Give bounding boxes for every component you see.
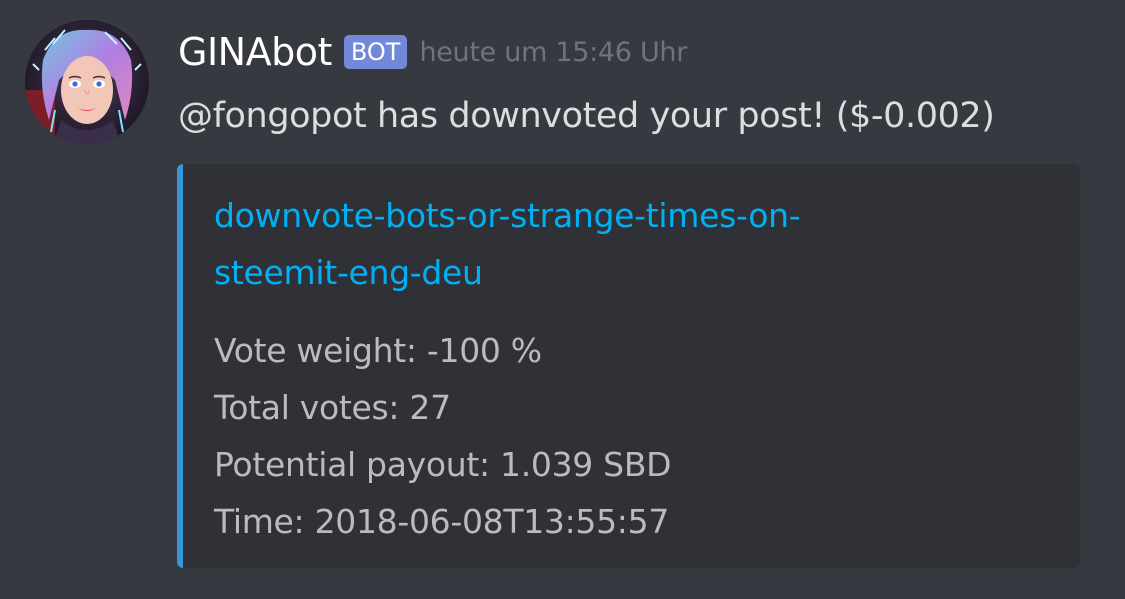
embed-accent-bar <box>177 164 183 568</box>
total-votes-line: Total votes: 27 <box>214 388 451 427</box>
chat-message: GINAbot BOT heute um 15:46 Uhr @fongopot… <box>0 0 1125 599</box>
avatar-image <box>25 20 149 144</box>
username[interactable]: GINAbot <box>178 30 332 74</box>
message-embed: downvote-bots-or-strange-times-on- steem… <box>177 164 1080 568</box>
message-header: GINAbot BOT heute um 15:46 Uhr <box>178 24 687 80</box>
message-content: @fongopot has downvoted your post! ($-0.… <box>178 96 995 136</box>
embed-title-line: steemit-eng-deu <box>214 253 483 292</box>
vote-weight-line: Vote weight: -100 % <box>214 331 542 370</box>
time-line: Time: 2018-06-08T13:55:57 <box>214 502 670 541</box>
potential-payout-line: Potential payout: 1.039 SBD <box>214 445 672 484</box>
user-avatar[interactable] <box>25 20 149 144</box>
embed-description: Vote weight: -100 % Total votes: 27 Pote… <box>214 322 672 550</box>
message-timestamp: heute um 15:46 Uhr <box>419 36 688 68</box>
embed-title-line: downvote-bots-or-strange-times-on- <box>214 196 801 235</box>
embed-title-link[interactable]: downvote-bots-or-strange-times-on- steem… <box>214 187 1034 301</box>
bot-tag-badge: BOT <box>343 35 408 69</box>
